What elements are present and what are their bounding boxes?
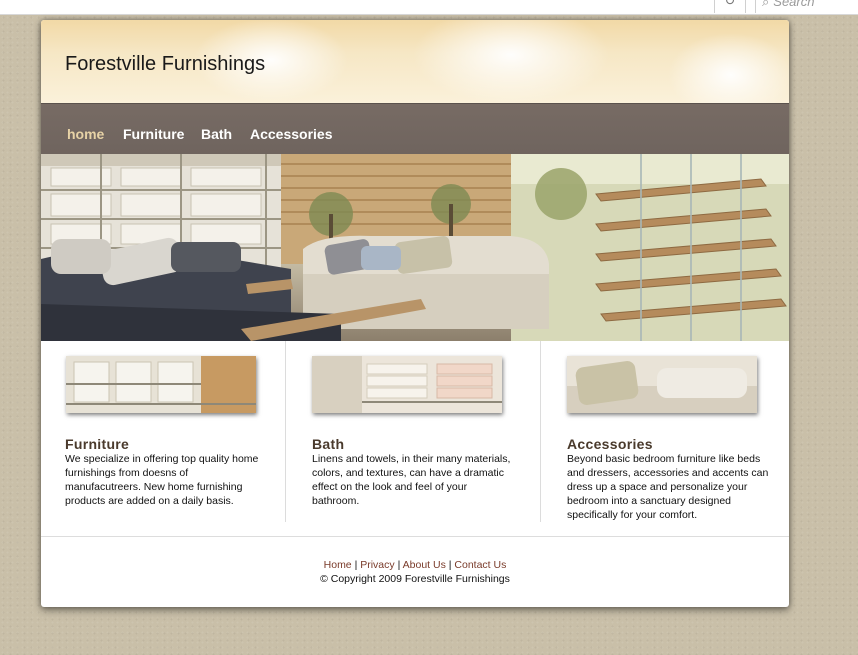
footer-copyright: © Copyright 2009 Forestville Furnishings (320, 573, 510, 585)
feature-accessories: Accessories Beyond basic bedroom furnitu… (540, 341, 789, 522)
nav-home[interactable]: home (67, 126, 104, 142)
feature-bath: Bath Linens and towels, in their many ma… (285, 341, 541, 522)
footer-separator: | (394, 559, 403, 571)
feature-bath-title: Bath (312, 436, 345, 452)
reload-icon[interactable]: ↻ (714, 0, 746, 13)
footer-links: Home | Privacy | About Us | Contact Us (41, 559, 789, 571)
search-icon: ⌕ (762, 0, 770, 10)
feature-furniture-text: We specialize in offering top quality ho… (65, 453, 259, 507)
site-title: Forestville Furnishings (65, 53, 266, 75)
search-placeholder: Search (773, 0, 815, 9)
site-header: Forestville Furnishings (41, 20, 789, 103)
nav-furniture[interactable]: Furniture (123, 126, 184, 142)
browser-search-box[interactable]: ⌕ Search (755, 0, 858, 13)
footer-separator: | (351, 559, 361, 571)
footer-link-about[interactable]: About Us (403, 559, 446, 571)
furniture-thumbnail (66, 356, 256, 413)
feature-columns: Furniture We specialize in offering top … (41, 341, 789, 537)
footer-link-contact[interactable]: Contact Us (454, 559, 506, 571)
nav-bath[interactable]: Bath (201, 126, 232, 142)
browser-toolbar: ↻ ⌕ Search (0, 0, 858, 15)
feature-accessories-text: Beyond basic bedroom furniture like beds… (567, 453, 769, 521)
footer-link-home[interactable]: Home (324, 559, 352, 571)
feature-accessories-title: Accessories (567, 436, 653, 452)
feature-bath-text: Linens and towels, in their many materia… (312, 453, 511, 507)
nav-accessories[interactable]: Accessories (250, 126, 333, 142)
feature-furniture-title: Furniture (65, 436, 130, 452)
feature-furniture: Furniture We specialize in offering top … (41, 341, 285, 522)
main-nav: home Furniture Bath Accessories (41, 103, 789, 155)
footer-link-privacy[interactable]: Privacy (360, 559, 394, 571)
page-container: Forestville Furnishings home Furniture B… (41, 20, 789, 607)
accessories-thumbnail (567, 356, 757, 413)
bath-thumbnail (312, 356, 502, 413)
site-footer: Home | Privacy | About Us | Contact Us ©… (41, 536, 789, 607)
hero-image (41, 154, 789, 341)
hero-showroom-image (41, 154, 789, 341)
